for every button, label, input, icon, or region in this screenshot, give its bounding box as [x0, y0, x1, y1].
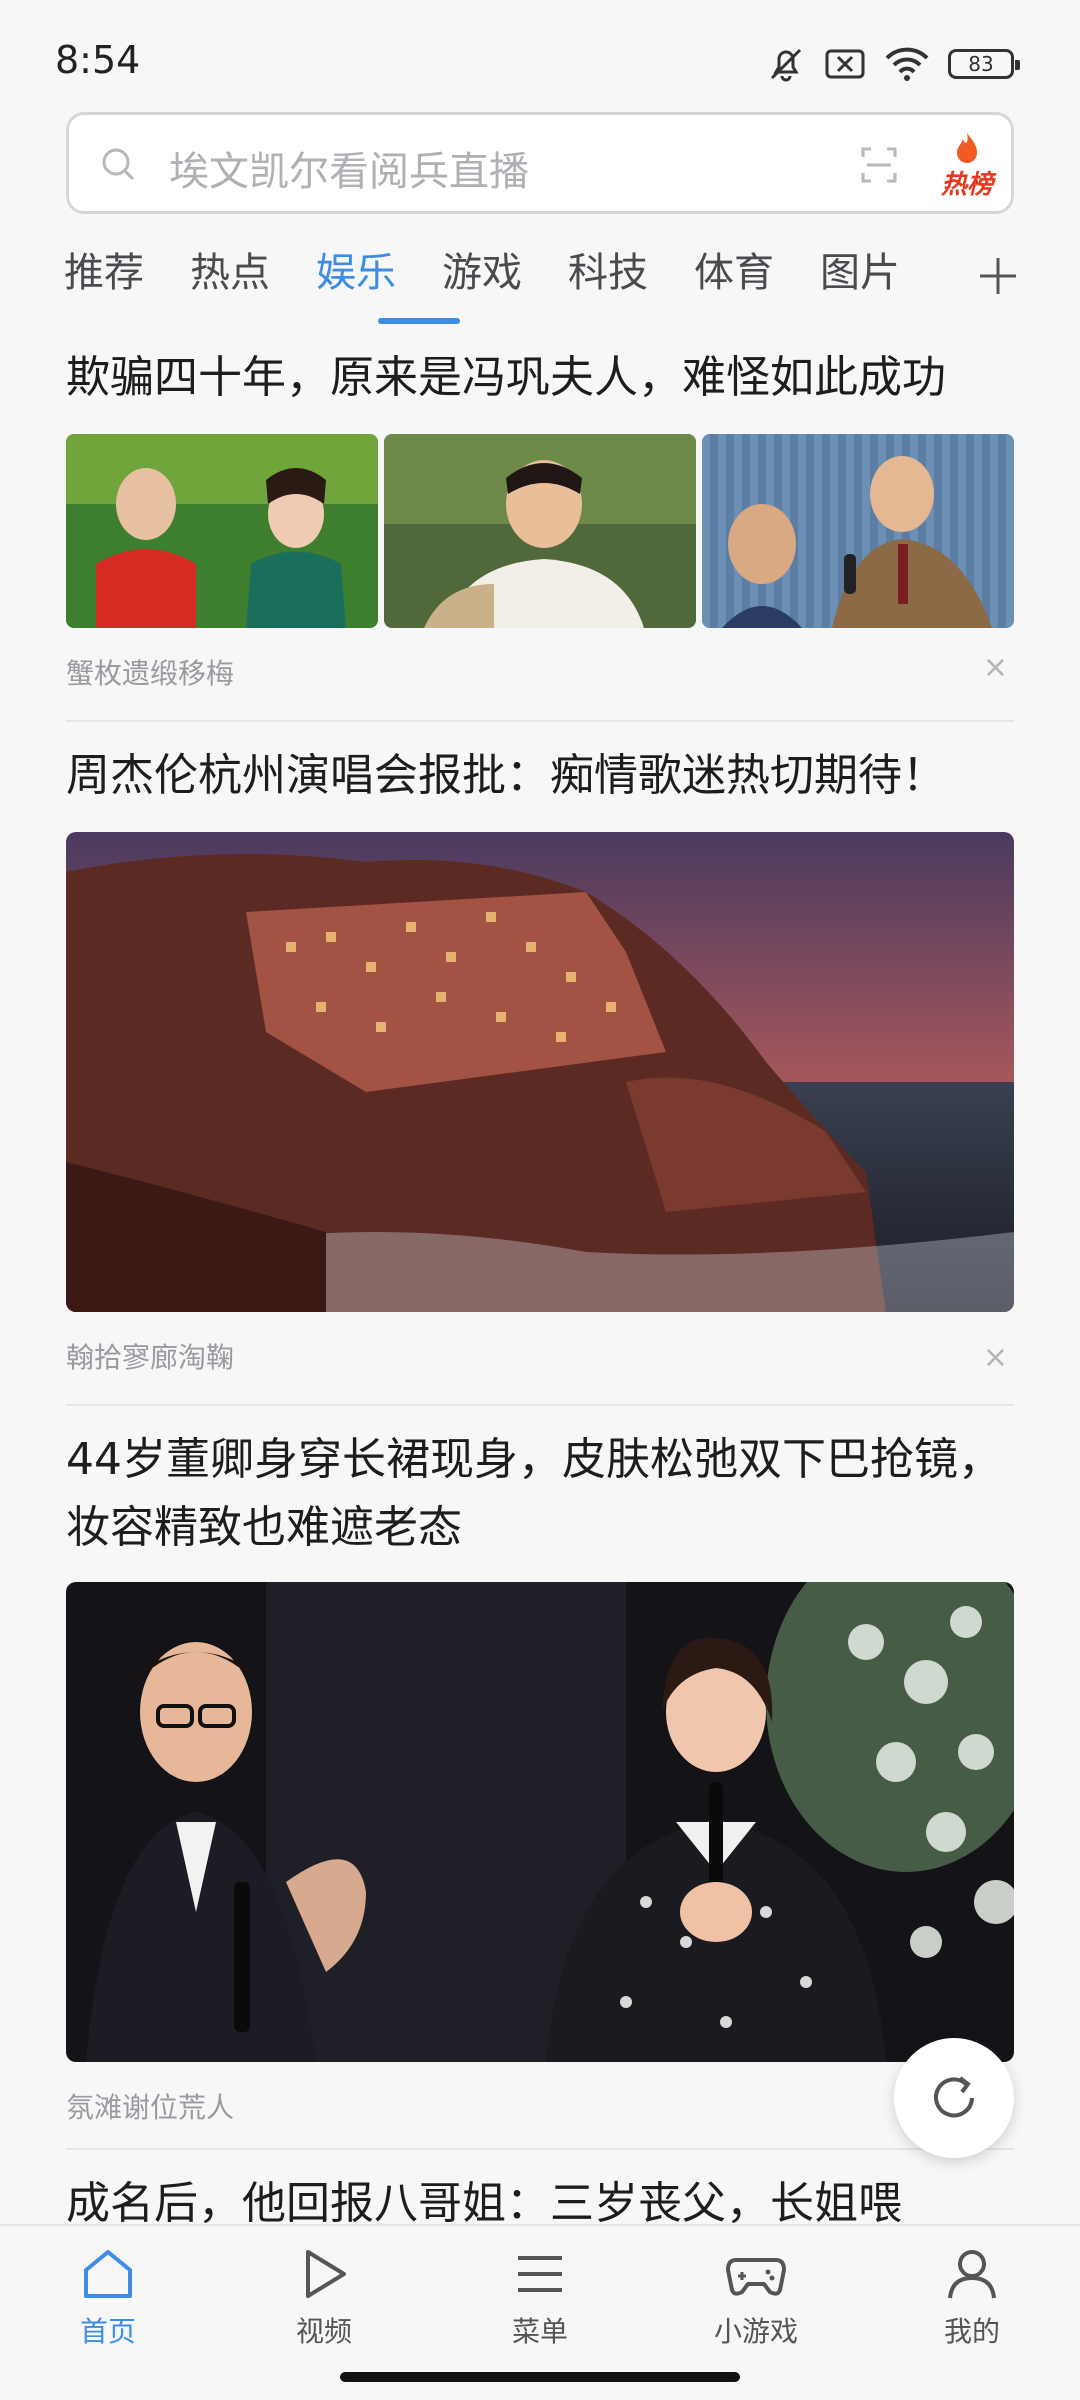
search-bar[interactable]: 埃文凯尔看阅兵直播 热榜: [66, 112, 1014, 214]
status-icons: 83: [766, 42, 1020, 86]
tab-tech[interactable]: 科技: [568, 240, 648, 298]
search-input[interactable]: 埃文凯尔看阅兵直播: [169, 139, 529, 197]
home-indicator[interactable]: [340, 2372, 740, 2382]
wifi-icon: [885, 47, 929, 81]
article-thumbnail[interactable]: [384, 434, 696, 628]
refresh-button[interactable]: [894, 2038, 1014, 2158]
battery-level: 83: [968, 52, 994, 76]
menu-icon: [518, 2256, 562, 2292]
nav-home-label: 首页: [79, 2315, 136, 2348]
play-icon: [306, 2250, 346, 2298]
tab-pictures[interactable]: 图片: [820, 240, 900, 298]
article-image[interactable]: [66, 1582, 1014, 2062]
article-thumbnail[interactable]: [702, 434, 1014, 628]
hot-list-button[interactable]: 热榜: [927, 129, 1007, 203]
status-time: 8:54: [55, 38, 141, 82]
tab-recommend[interactable]: 推荐: [64, 240, 144, 298]
news-feed-screen: 8:54 83 埃文凯尔看阅兵直播 热榜 推荐 热点 娱乐 游戏 科技 体育 图…: [0, 0, 1080, 2400]
dismiss-icon[interactable]: ×: [983, 1340, 1008, 1375]
article-thumbnail[interactable]: [66, 434, 378, 628]
status-bar: 8:54 83: [0, 0, 1080, 110]
divider: [66, 720, 1014, 722]
article-source: 蟹枚遗缎移梅: [66, 657, 235, 690]
add-tab-icon[interactable]: [978, 256, 1018, 296]
user-icon: [948, 2250, 996, 2299]
nav-mini-games[interactable]: 小游戏: [676, 2246, 836, 2350]
tab-entertainment[interactable]: 娱乐: [316, 240, 396, 298]
article-source: 翰拾寥廊淘鞠: [66, 1341, 235, 1374]
tab-games[interactable]: 游戏: [442, 240, 522, 298]
divider: [66, 1404, 1014, 1406]
article-title[interactable]: 欺骗四十年，原来是冯巩夫人，难怪如此成功: [66, 344, 1016, 412]
article-image[interactable]: [66, 832, 1014, 1312]
gamepad-icon: [726, 2258, 786, 2296]
category-tabs: 推荐 热点 娱乐 游戏 科技 体育 图片: [64, 240, 1024, 330]
nav-profile-label: 我的: [943, 2315, 1000, 2348]
divider: [66, 2148, 1014, 2150]
hot-list-label: 热榜: [940, 170, 993, 200]
search-icon: [102, 148, 135, 181]
no-sim-icon: [825, 49, 865, 79]
home-icon: [84, 2250, 132, 2298]
article-source: 氛滩谢位荒人: [66, 2091, 235, 2124]
battery-indicator: 83: [948, 49, 1020, 79]
nav-menu[interactable]: 菜单: [460, 2246, 620, 2350]
nav-home[interactable]: 首页: [28, 2246, 188, 2350]
refresh-icon: [934, 2076, 974, 2118]
flame-icon: [957, 133, 977, 163]
nav-menu-label: 菜单: [511, 2315, 568, 2348]
article-title[interactable]: 44岁董卿身穿长裙现身，皮肤松弛双下巴抢镜，妆容精致也难遮老态: [66, 1426, 1016, 1562]
active-tab-indicator: [378, 318, 460, 324]
tab-sports[interactable]: 体育: [694, 240, 774, 298]
tab-hot[interactable]: 热点: [190, 240, 270, 298]
scan-icon[interactable]: [859, 145, 899, 185]
nav-mini-games-label: 小游戏: [713, 2315, 798, 2348]
dismiss-icon[interactable]: ×: [983, 650, 1008, 685]
article-title[interactable]: 周杰伦杭州演唱会报批：痴情歌迷热切期待！: [66, 742, 1016, 810]
nav-video-label: 视频: [295, 2315, 352, 2348]
nav-profile[interactable]: 我的: [892, 2246, 1052, 2350]
bell-muted-icon: [770, 48, 802, 82]
nav-video[interactable]: 视频: [244, 2246, 404, 2350]
